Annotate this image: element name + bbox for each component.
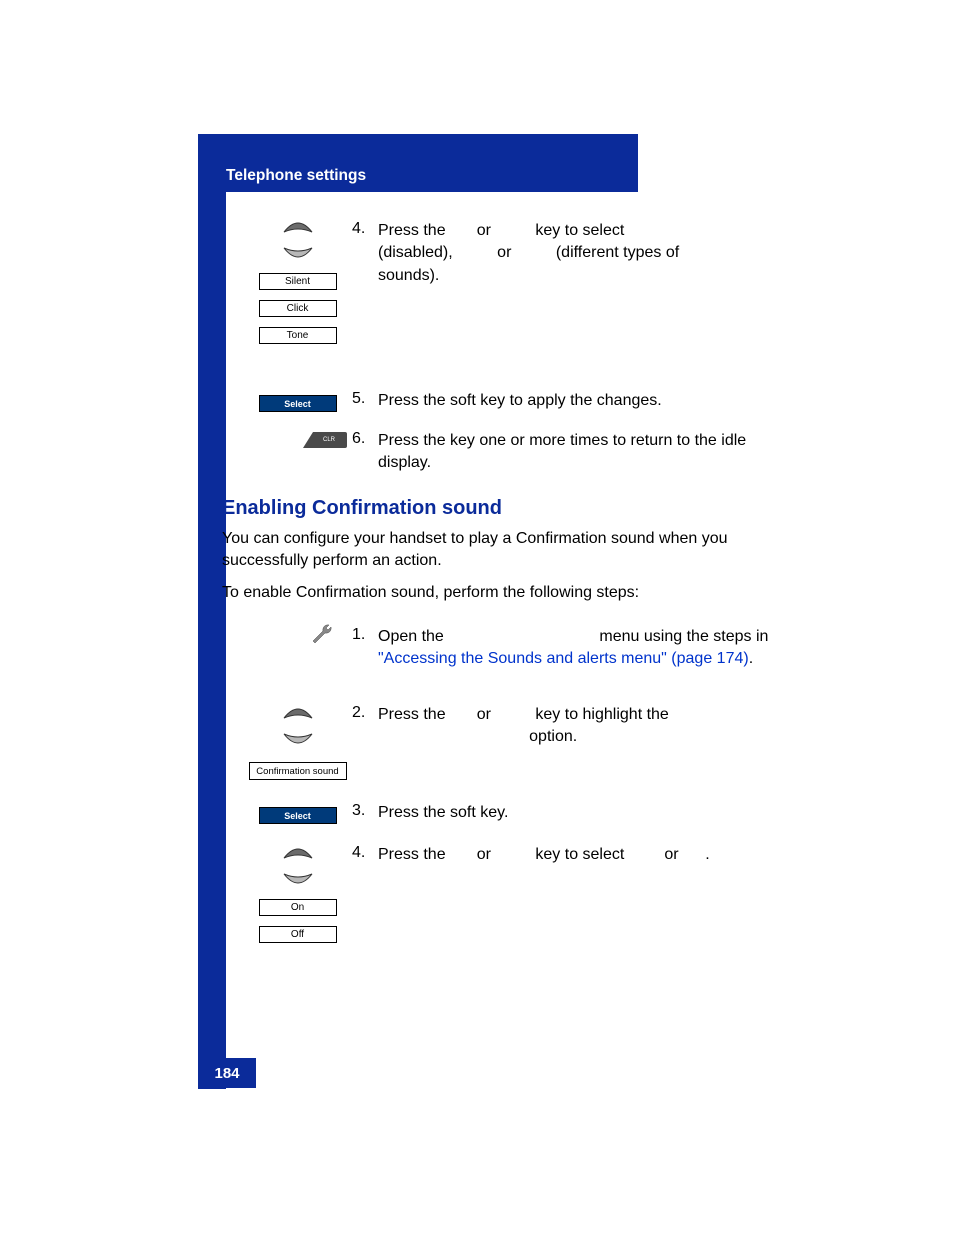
down-arrow-icon [280, 244, 316, 264]
left-stripe [198, 134, 226, 1089]
step-2b: 2. Press the or key to highlight the opt… [352, 704, 778, 749]
step5-icons: Select [240, 390, 355, 417]
up-arrow-icon [280, 702, 316, 722]
wrench-icon [311, 624, 337, 652]
paragraph-1: You can configure your handset to play a… [222, 528, 742, 571]
select-button: Select [259, 807, 337, 824]
off-key: Off [259, 926, 337, 943]
step-text: Press the or key to select or . [378, 844, 778, 866]
step4-icons: Silent Click Tone [240, 212, 355, 349]
step-text: Open the menu using the steps in "Access… [378, 626, 778, 671]
up-arrow-icon [280, 216, 316, 236]
step-number: 4. [352, 844, 378, 862]
click-key: Click [259, 300, 337, 317]
on-key: On [259, 899, 337, 916]
step-text: Press the or key to highlight the option… [378, 704, 778, 749]
clr-key-icon: CLR [301, 428, 347, 452]
silent-key: Silent [259, 273, 337, 290]
step-1b: 1. Open the menu using the steps in "Acc… [352, 626, 778, 671]
step-3b: 3. Press the soft key. [352, 802, 778, 824]
step4b-icons: On Off [240, 838, 355, 948]
step-number: 4. [352, 220, 378, 238]
step-text: Press the soft key to apply the changes. [378, 390, 778, 412]
step2b-icons: Confirmation sound [240, 698, 355, 780]
page-header: Telephone settings [198, 134, 638, 192]
step-number: 2. [352, 704, 378, 722]
step-number: 6. [352, 430, 378, 448]
step-6: 6. Press the key one or more times to re… [352, 430, 778, 475]
step-number: 5. [352, 390, 378, 408]
step-number: 1. [352, 626, 378, 644]
section-heading: Enabling Confirmation sound [222, 497, 502, 520]
step-text: Press the key one or more times to retur… [378, 430, 778, 475]
step-text: Press the or key to select (disabled), o… [378, 220, 778, 287]
link-sounds-menu[interactable]: "Accessing the Sounds and alerts menu" (… [378, 650, 749, 667]
up-arrow-icon [280, 842, 316, 862]
header-title: Telephone settings [226, 167, 366, 184]
paragraph-2: To enable Confirmation sound, perform th… [222, 582, 742, 604]
tone-key: Tone [259, 327, 337, 344]
step-4: 4. Press the or key to select (disabled)… [352, 220, 778, 287]
down-arrow-icon [280, 730, 316, 750]
step-number: 3. [352, 802, 378, 820]
svg-text:CLR: CLR [322, 437, 335, 443]
step3b-icons: Select [240, 802, 355, 829]
down-arrow-icon [280, 870, 316, 890]
page-number: 184 [198, 1058, 256, 1088]
confirmation-sound-key: Confirmation sound [249, 762, 347, 780]
step-text: Press the soft key. [378, 802, 778, 824]
select-button: Select [259, 395, 337, 412]
step-4b: 4. Press the or key to select or . [352, 844, 778, 866]
step-5: 5. Press the soft key to apply the chang… [352, 390, 778, 412]
